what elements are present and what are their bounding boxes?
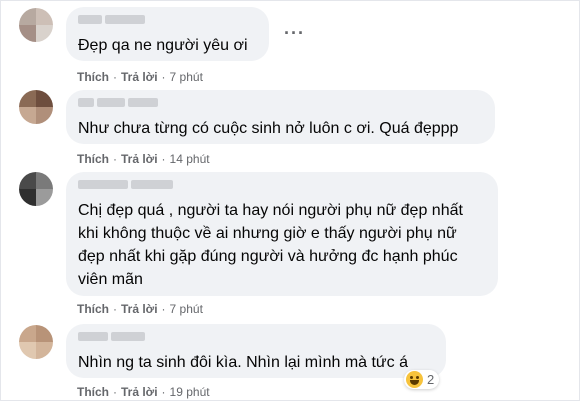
like-link[interactable]: Thích	[77, 70, 109, 84]
reply-link[interactable]: Trả lời	[121, 302, 158, 316]
separator: ·	[113, 302, 117, 316]
comment-section: Đẹp qa ne người yêu ơi ··· Thích · Trả l…	[0, 0, 580, 401]
like-link[interactable]: Thích	[77, 385, 109, 399]
haha-reaction-icon	[406, 371, 423, 388]
avatar[interactable]	[19, 325, 53, 359]
commenter-name-blurred[interactable]	[78, 15, 257, 27]
separator: ·	[161, 302, 166, 316]
separator: ·	[113, 385, 117, 399]
comment-actions: Thích · Trả lời · 7 phút	[77, 302, 203, 316]
commenter-name-blurred[interactable]	[78, 332, 434, 344]
avatar[interactable]	[19, 90, 53, 124]
commenter-name-blurred[interactable]	[78, 180, 486, 192]
comment-bubble: Như chưa từng có cuộc sinh nở luôn c ơi.…	[66, 90, 495, 144]
comment-actions: Thích · Trả lời · 19 phút	[77, 385, 210, 399]
commenter-name-blurred[interactable]	[78, 98, 483, 110]
timestamp[interactable]: 19 phút	[170, 385, 210, 399]
separator: ·	[161, 152, 166, 166]
separator: ·	[113, 152, 117, 166]
comment-text: Chị đẹp quá , người ta hay nói người phụ…	[78, 202, 463, 288]
comment-actions: Thích · Trả lời · 14 phút	[77, 152, 210, 166]
reaction-summary[interactable]: 2	[404, 370, 440, 389]
separator: ·	[113, 70, 117, 84]
timestamp[interactable]: 14 phút	[170, 152, 210, 166]
reply-link[interactable]: Trả lời	[121, 152, 158, 166]
separator: ·	[161, 385, 166, 399]
like-link[interactable]: Thích	[77, 152, 109, 166]
avatar[interactable]	[19, 172, 53, 206]
like-link[interactable]: Thích	[77, 302, 109, 316]
more-options-icon[interactable]: ···	[284, 24, 305, 42]
reaction-count: 2	[427, 372, 435, 387]
comment-actions: Thích · Trả lời · 7 phút	[77, 70, 203, 84]
timestamp[interactable]: 7 phút	[170, 302, 203, 316]
comment-bubble: Chị đẹp quá , người ta hay nói người phụ…	[66, 172, 498, 296]
comment-bubble: Nhìn ng ta sinh đôi kìa. Nhìn lại mình m…	[66, 324, 446, 378]
comment-bubble: Đẹp qa ne người yêu ơi	[66, 7, 269, 61]
comment-text: Đẹp qa ne người yêu ơi	[78, 37, 248, 54]
reply-link[interactable]: Trả lời	[121, 385, 158, 399]
timestamp[interactable]: 7 phút	[170, 70, 203, 84]
reply-link[interactable]: Trả lời	[121, 70, 158, 84]
avatar[interactable]	[19, 8, 53, 42]
comment-text: Nhìn ng ta sinh đôi kìa. Nhìn lại mình m…	[78, 354, 408, 371]
comment-text: Như chưa từng có cuộc sinh nở luôn c ơi.…	[78, 120, 459, 137]
separator: ·	[161, 70, 166, 84]
